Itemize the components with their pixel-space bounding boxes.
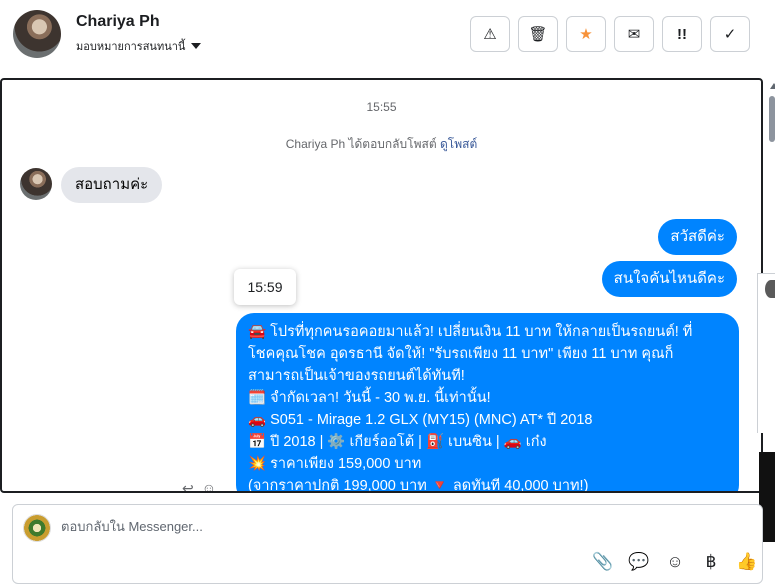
promo-line: 📅 ปี 2018 | ⚙️ เกียร์ออโต้ | ⛽ เบนซิน | … — [248, 434, 547, 450]
emoji-icon[interactable]: ☺ — [664, 551, 686, 573]
side-panel-avatar — [765, 280, 775, 298]
promo-line: 🚘 โปรที่ทุกคนรอคอยมาแล้ว! เปลี่ยนเงิน 11… — [248, 324, 693, 340]
caret-down-icon — [191, 43, 202, 49]
email-button[interactable]: ✉ — [614, 16, 654, 52]
star-button[interactable]: ★ — [566, 16, 606, 52]
promo-line: 🚗 S051 - Mirage 1.2 GLX (MY15) (MNC) AT*… — [248, 412, 593, 428]
spam-button[interactable]: ⚠ — [470, 16, 510, 52]
envelope-icon: ✉ — [627, 26, 641, 43]
message-actions: ↩ ☺ — [182, 480, 216, 491]
warning-icon: ⚠ — [483, 26, 497, 43]
assign-label: มอบหมายการสนทนานี้ — [76, 41, 186, 53]
attach-icon[interactable]: 📎 — [592, 551, 614, 573]
thumbs-up-icon[interactable]: 👍 — [736, 551, 758, 573]
check-icon: ✓ — [723, 26, 737, 43]
conversation-toolbar: ⚠ 🗑 ★ ✉ !! ✓ — [470, 16, 750, 52]
trash-icon: 🗑 — [528, 26, 548, 43]
contact-name[interactable]: Chariya Ph — [76, 13, 160, 31]
promo-line: โชคคุณโชค อุดรธานี จัดให้! "รับรถเพียง 1… — [248, 346, 674, 362]
outgoing-message[interactable]: สนใจคันไหนดีคะ — [601, 261, 737, 297]
sender-avatar[interactable] — [20, 168, 52, 200]
promo-line: 💥 ราคาเพียง 159,000 บาท — [248, 456, 422, 472]
message-composer: 📎 💬 ☺ ฿ 👍 — [12, 504, 763, 584]
incoming-message[interactable]: สอบถามค่ะ — [61, 167, 163, 203]
scrollbar-thumb[interactable] — [769, 96, 775, 142]
baht-payment-icon[interactable]: ฿ — [700, 551, 722, 573]
promo-message[interactable]: 🚘 โปรที่ทุกคนรอคอยมาแล้ว! เปลี่ยนเงิน 11… — [236, 313, 739, 493]
promo-line: (จากราคาปกติ 199,000 บาท 🔻 ลดทันที 40,00… — [248, 478, 589, 493]
outgoing-message[interactable]: สวัสดีค่ะ — [658, 219, 737, 255]
reply-input[interactable] — [61, 519, 741, 534]
scroll-up-icon[interactable] — [770, 83, 775, 89]
star-icon: ★ — [579, 26, 593, 43]
delete-button[interactable]: 🗑 — [518, 16, 558, 52]
promo-line: 🗓️ จำกัดเวลา! วันนี้ - 30 พ.ย. นี้เท่านั… — [248, 390, 491, 406]
message-thread[interactable]: 15:55 Chariya Ph ได้ตอบกลับโพสต์ ดูโพสต์… — [0, 78, 763, 493]
page-avatar — [23, 514, 51, 542]
assign-conversation-dropdown[interactable]: มอบหมายการสนทนานี้ — [76, 37, 202, 55]
react-emoji-icon[interactable]: ☺ — [202, 480, 216, 491]
reply-icon[interactable]: ↩ — [182, 480, 194, 491]
exclamation-icon: !! — [677, 25, 687, 43]
done-button[interactable]: ✓ — [710, 16, 750, 52]
mark-unread-button[interactable]: !! — [662, 16, 702, 52]
time-tooltip: 15:59 — [234, 269, 296, 305]
post-reply-note: Chariya Ph ได้ตอบกลับโพสต์ ดูโพสต์ — [2, 135, 761, 154]
promo-line: สามารถเป็นเจ้าของรถยนต์ได้ทันที! — [248, 368, 465, 384]
view-post-link[interactable]: ดูโพสต์ — [440, 137, 477, 151]
post-reply-text: Chariya Ph ได้ตอบกลับโพสต์ — [285, 137, 437, 151]
message-timestamp: 15:55 — [366, 100, 397, 114]
saved-reply-icon[interactable]: 💬 — [628, 551, 650, 573]
composer-tools: 📎 💬 ☺ ฿ 👍 — [592, 551, 758, 573]
contact-avatar[interactable] — [13, 10, 61, 58]
conversation-header: Chariya Ph มอบหมายการสนทนานี้ ⚠ 🗑 ★ ✉ !!… — [0, 0, 775, 78]
